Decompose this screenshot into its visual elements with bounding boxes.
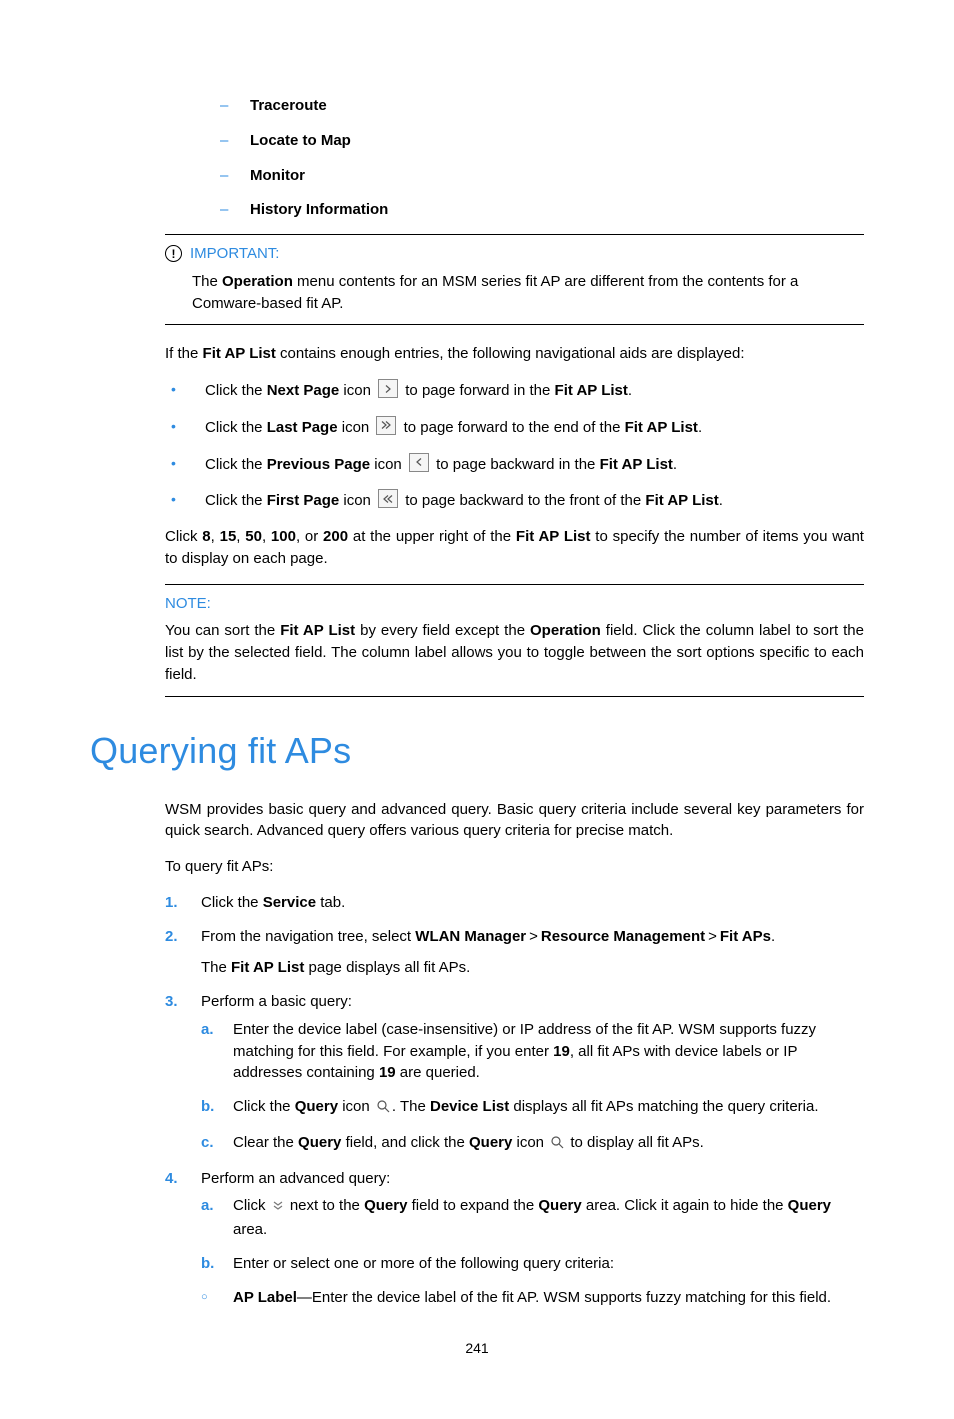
query-lead: To query fit APs: <box>165 856 864 878</box>
step-2: 2. From the navigation tree, select WLAN… <box>165 926 864 980</box>
previous-page-icon <box>409 453 429 472</box>
list-item: Monitor <box>220 165 864 187</box>
list-item: Click the First Page icon to page backwa… <box>165 489 864 512</box>
note-callout: NOTE: You can sort the Fit AP List by ev… <box>165 584 864 697</box>
step-4b: b. Enter or select one or more of the fo… <box>201 1253 864 1275</box>
list-item: Traceroute <box>220 95 864 117</box>
important-label: IMPORTANT: <box>190 243 279 265</box>
nav-intro: If the Fit AP List contains enough entri… <box>165 343 864 365</box>
important-icon: ! <box>165 245 182 262</box>
list-item: Click the Last Page icon to page forward… <box>165 416 864 439</box>
magnifier-icon <box>376 1098 390 1120</box>
dash-list: Traceroute Locate to Map Monitor History… <box>220 95 864 221</box>
query-intro: WSM provides basic query and advanced qu… <box>165 799 864 843</box>
list-item: History Information <box>220 199 864 221</box>
section-heading: Querying fit APs <box>90 725 864 777</box>
magnifier-icon <box>550 1134 564 1156</box>
list-item: Click the Previous Page icon to page bac… <box>165 453 864 476</box>
query-steps: 1. Click the Service tab. 2. From the na… <box>165 892 864 1309</box>
list-item: Locate to Map <box>220 130 864 152</box>
important-body: The Operation menu contents for an MSM s… <box>165 271 864 315</box>
next-page-icon <box>378 379 398 398</box>
list-item: Click the Next Page icon to page forward… <box>165 379 864 402</box>
step-3: 3. Perform a basic query: a. Enter the d… <box>165 991 864 1156</box>
last-page-icon <box>376 416 396 435</box>
important-callout: ! IMPORTANT: The Operation menu contents… <box>165 234 864 325</box>
expand-chevrons-icon <box>272 1197 284 1219</box>
page-size-note: Click 8, 15, 50, 100, or 200 at the uppe… <box>90 526 864 570</box>
step-3b: b. Click the Query icon . The Device Lis… <box>201 1096 864 1120</box>
first-page-icon <box>378 489 398 508</box>
step-4-sub: AP Label—Enter the device label of the f… <box>201 1287 864 1309</box>
step-4a: a. Click next to the Query field to expa… <box>201 1195 864 1241</box>
step-3c: c. Clear the Query field, and click the … <box>201 1132 864 1156</box>
step-4: 4. Perform an advanced query: a. Click n… <box>165 1168 864 1309</box>
note-body: You can sort the Fit AP List by every fi… <box>165 620 864 685</box>
nav-bullets: Click the Next Page icon to page forward… <box>165 379 864 512</box>
step-3a: a. Enter the device label (case-insensit… <box>201 1019 864 1084</box>
note-label: NOTE: <box>165 593 211 615</box>
step-1: 1. Click the Service tab. <box>165 892 864 914</box>
page-number: 241 <box>90 1338 864 1358</box>
